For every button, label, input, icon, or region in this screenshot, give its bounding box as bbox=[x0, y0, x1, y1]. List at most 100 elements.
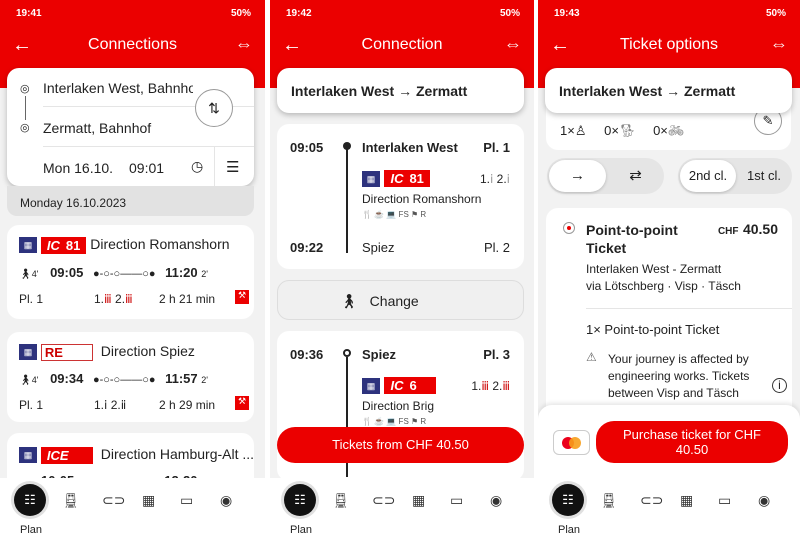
toggle-tab-icon[interactable]: ⊂⊃ bbox=[372, 492, 395, 509]
second-class-option[interactable]: 2nd cl. bbox=[680, 160, 736, 192]
trip-type-toggle: → ⇄ bbox=[547, 158, 664, 194]
toggle-tab-icon[interactable]: ⊂⊃ bbox=[102, 492, 125, 509]
connection-card[interactable]: ▦ IC 81 Direction Romanshorn 🚶︎4' 09:05 ●… bbox=[7, 225, 254, 319]
arrival-time: 11:20 bbox=[165, 265, 198, 280]
train-tab-icon[interactable]: 🚆︎ bbox=[332, 492, 350, 509]
plan-tab[interactable]: ☷ bbox=[284, 484, 316, 516]
train-tab-icon[interactable]: 🚆︎ bbox=[62, 492, 80, 509]
ticket-price: 40.50 bbox=[742, 221, 778, 237]
status-bar: 19:42 50% bbox=[270, 0, 534, 24]
radio-selected[interactable] bbox=[563, 222, 575, 234]
info-icon[interactable]: i bbox=[772, 378, 787, 393]
profile-tab-icon[interactable]: ◉ bbox=[758, 492, 770, 509]
direction: Direction Hamburg-Alt ... bbox=[100, 446, 255, 462]
date-field[interactable]: Mon 16.10. bbox=[43, 160, 113, 176]
product-badge: ICE bbox=[40, 446, 93, 464]
direction: Direction Romanshorn bbox=[362, 192, 482, 206]
qr-ticket-tab-icon[interactable]: ▦ bbox=[412, 492, 425, 509]
date-header: Monday 16.10.2023 bbox=[7, 186, 254, 216]
time-field[interactable]: 09:01 bbox=[129, 160, 164, 176]
engineering-notice: Your journey is affected by engineering … bbox=[608, 352, 750, 400]
search-card: ◎ ◎ Interlaken West, Bahnho Zermatt, Bah… bbox=[7, 68, 254, 186]
connection-card[interactable]: ▦ RE Direction Spiez 🚶︎4' 09:34 ●-○-○——○… bbox=[7, 332, 254, 422]
destination-icon: ◎ bbox=[20, 122, 30, 134]
platform: Pl. 1 bbox=[19, 292, 44, 306]
product-badge: IC 81 bbox=[40, 236, 87, 254]
platform: Pl. 1 bbox=[19, 398, 44, 412]
page-title: Connection bbox=[361, 36, 443, 53]
connection-detail-screen: 19:42 50% ← Connection ⇔ Interlaken West … bbox=[270, 0, 534, 551]
qr-ticket-tab-icon[interactable]: ▦ bbox=[680, 492, 693, 509]
swap-button[interactable]: ⇅ bbox=[195, 89, 233, 127]
ticket-summary: 1× Point-to-point Ticket bbox=[586, 322, 720, 337]
ticket-name: Point-to-point Ticket bbox=[586, 222, 678, 256]
direction: Direction Spiez bbox=[100, 343, 195, 359]
qr-ticket-tab-icon[interactable]: ▦ bbox=[142, 492, 155, 509]
leg-card: 09:05 Interlaken West Pl. 1 ▦ IC 81 1.ⅰ 2… bbox=[277, 124, 524, 269]
status-bar: 19:41 50% bbox=[0, 0, 265, 24]
ticket-card[interactable]: Point-to-point Ticket CHF 40.50 Interlak… bbox=[546, 208, 792, 438]
profile-tab-icon[interactable]: ◉ bbox=[220, 492, 232, 509]
route-line bbox=[346, 148, 348, 253]
bottom-nav: ☷ Plan 🚆︎ ⊂⊃ ▦ ▭ ◉ bbox=[270, 478, 534, 551]
departure-time: 09:34 bbox=[50, 371, 84, 386]
first-class-option[interactable]: 1st cl. bbox=[736, 158, 792, 194]
bottom-nav: ☷ Plan 🚆︎ ⊂⊃ ▦ ▭ ◉ bbox=[538, 478, 800, 551]
occupancy-high-icon: ⅲ bbox=[104, 292, 112, 306]
purchase-button[interactable]: Purchase ticket for CHF 40.50 bbox=[596, 421, 788, 463]
route-line-icon: ●-○-○——○● bbox=[92, 268, 156, 280]
product-badge: RE bbox=[40, 343, 93, 361]
filter-settings-icon[interactable]: ☰ bbox=[226, 158, 239, 176]
walk-icon: 🚶︎ bbox=[19, 375, 32, 386]
shop-tab-icon[interactable]: ▭ bbox=[718, 492, 731, 509]
status-bar: 19:43 50% bbox=[538, 0, 800, 24]
route-line bbox=[25, 96, 26, 120]
duration: 2 h 21 min bbox=[159, 292, 216, 306]
origin-icon: ◎ bbox=[20, 83, 30, 95]
destination-input[interactable]: Zermatt, Bahnhof bbox=[43, 120, 151, 136]
walk-icon: 🚶︎ bbox=[19, 269, 32, 280]
mastercard-icon[interactable] bbox=[553, 430, 590, 455]
bottom-nav: ☷ Plan 🚆︎ ⊂⊃ ▦ ▭ ◉ bbox=[0, 478, 265, 551]
occupancy-medium-icon: ⅱ bbox=[120, 398, 127, 412]
route-summary: Interlaken West → Zermatt bbox=[277, 68, 524, 113]
occupancy-high-icon: ⅲ bbox=[125, 292, 133, 306]
walk-icon: 🚶︎ bbox=[340, 293, 358, 309]
ticket-via: via Lötschberg · Visp · Täsch bbox=[586, 279, 741, 293]
arrival-time: 11:57 bbox=[165, 371, 198, 386]
dog-icon: 🐕︎ bbox=[618, 123, 636, 138]
ticket-route: Interlaken West - Zermatt bbox=[586, 262, 722, 276]
construction-warning-icon: ⚒ bbox=[235, 396, 249, 410]
one-way-option[interactable]: → bbox=[549, 160, 606, 192]
sbb-logo-icon: ⇔ bbox=[235, 34, 253, 54]
status-time: 19:41 bbox=[16, 8, 42, 19]
train-tab-icon[interactable]: 🚆︎ bbox=[600, 492, 618, 509]
train-icon: ▦ bbox=[19, 344, 37, 361]
change-indicator: 🚶︎ Change bbox=[277, 280, 524, 320]
train-icon: ▦ bbox=[19, 237, 37, 254]
plan-tab[interactable]: ☷ bbox=[14, 484, 46, 516]
departure-time: 09:05 bbox=[50, 265, 84, 280]
train-icon: ▦ bbox=[19, 447, 37, 464]
divider bbox=[43, 146, 254, 147]
divider bbox=[586, 308, 792, 309]
direction: Direction Romanshorn bbox=[90, 236, 230, 252]
tickets-button[interactable]: Tickets from CHF 40.50 bbox=[277, 427, 524, 463]
profile-tab-icon[interactable]: ◉ bbox=[490, 492, 502, 509]
train-icon: ▦ bbox=[362, 170, 380, 187]
toggle-tab-icon[interactable]: ⊂⊃ bbox=[640, 492, 663, 509]
shop-tab-icon[interactable]: ▭ bbox=[180, 492, 193, 509]
bike-icon: 🚲︎ bbox=[667, 123, 685, 138]
history-icon[interactable]: ◷ bbox=[191, 158, 203, 175]
return-option[interactable]: ⇄ bbox=[607, 158, 664, 194]
product-badge: IC 81 bbox=[384, 170, 430, 188]
page-title: Connections bbox=[88, 36, 177, 53]
plan-tab[interactable]: ☷ bbox=[552, 484, 584, 516]
construction-warning-icon: ⚒ bbox=[235, 290, 249, 304]
route-line-icon: ●-○-○——○● bbox=[92, 374, 156, 386]
origin-input[interactable]: Interlaken West, Bahnho bbox=[43, 80, 193, 96]
amenities-icons: 🍴 ☕ 💻 FS ⚑ R bbox=[362, 210, 427, 219]
shop-tab-icon[interactable]: ▭ bbox=[450, 492, 463, 509]
class-toggle: 2nd cl. 1st cl. bbox=[678, 158, 792, 194]
connections-screen: 19:41 50% ← Connections ⇔ ◎ ◎ Interlaken … bbox=[0, 0, 265, 551]
